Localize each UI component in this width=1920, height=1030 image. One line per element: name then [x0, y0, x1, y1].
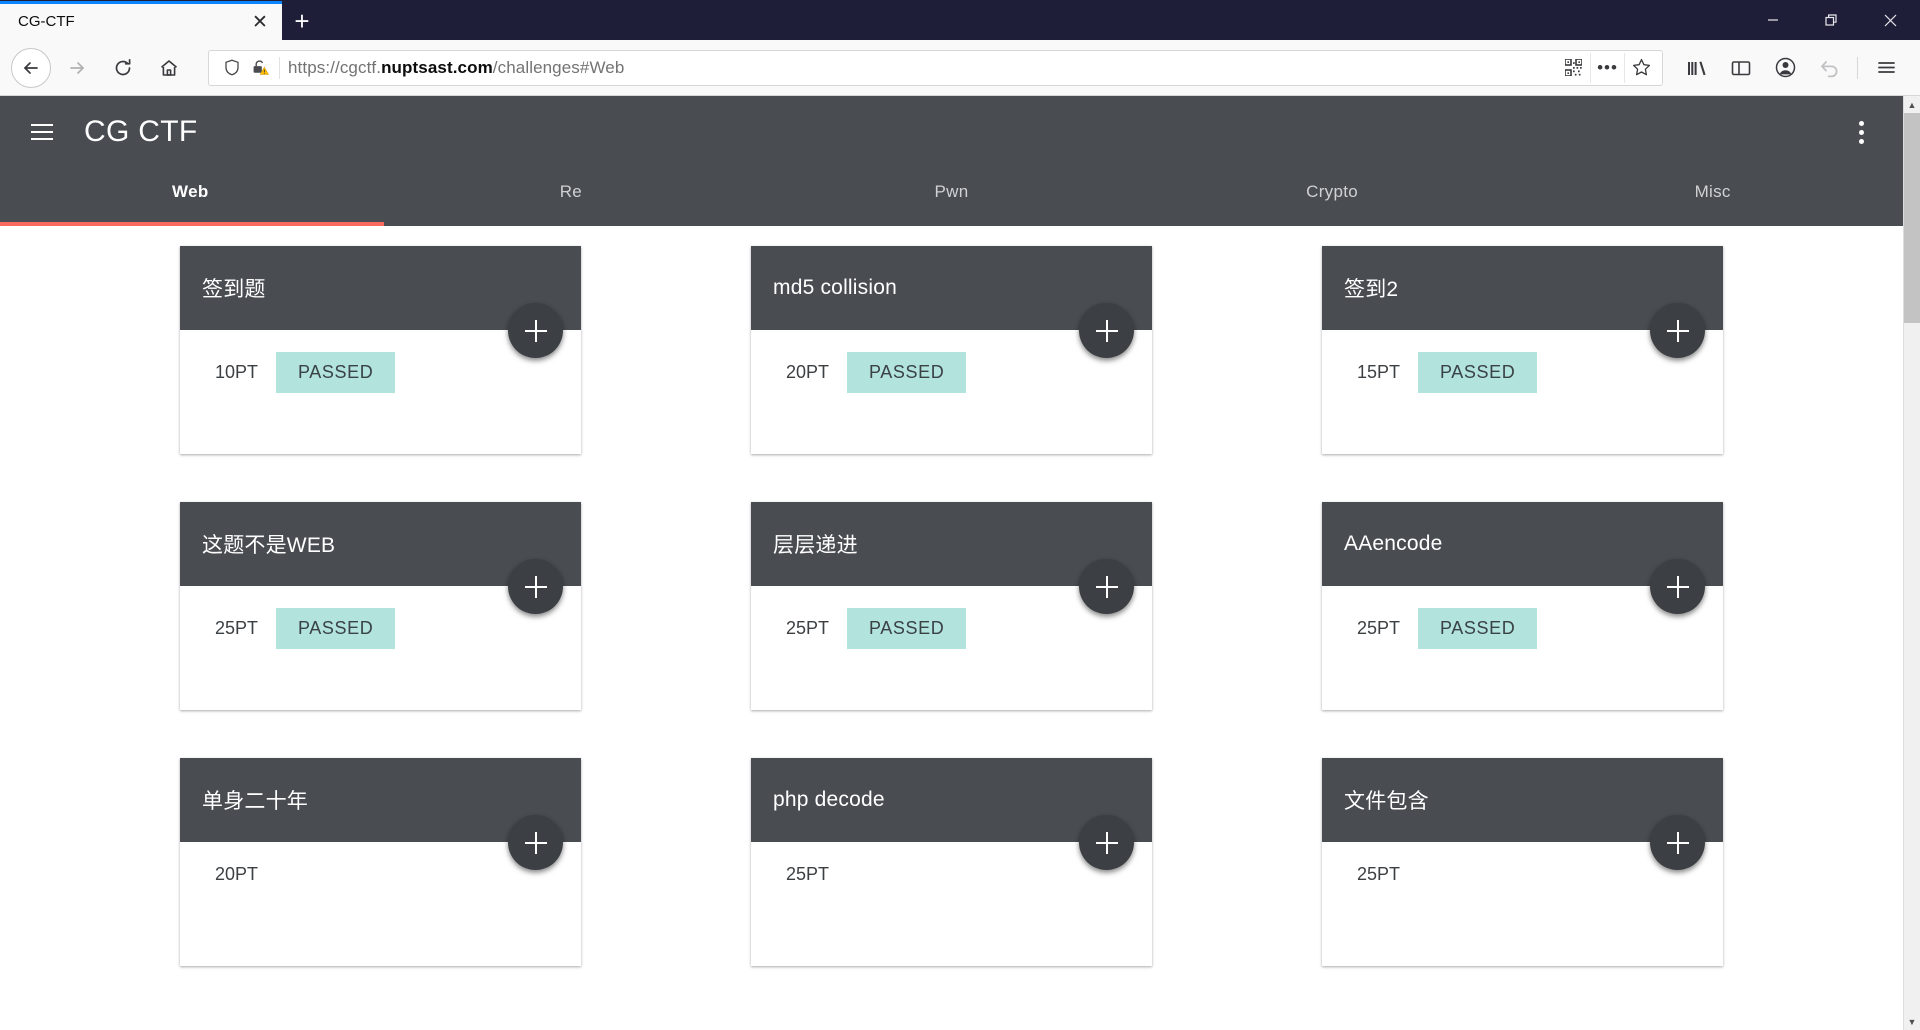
back-icon[interactable]: [11, 47, 51, 88]
challenge-title: 文件包含: [1344, 790, 1429, 813]
minimize-icon[interactable]: [1743, 0, 1802, 40]
page-actions-icon[interactable]: •••: [1590, 52, 1624, 83]
qr-code-icon[interactable]: [1556, 53, 1590, 83]
tab-web[interactable]: Web: [0, 168, 381, 226]
account-icon[interactable]: [1765, 48, 1805, 88]
site-identity: [219, 56, 280, 79]
browser-toolbar-right: [1675, 48, 1912, 88]
challenge-card[interactable]: 这题不是WEB 25PT PASSED: [180, 502, 581, 710]
add-challenge-button[interactable]: [508, 559, 563, 614]
challenge-card[interactable]: 签到题 10PT PASSED: [180, 246, 581, 454]
challenge-title: 签到题: [202, 278, 266, 301]
web-page: CG CTF Web Re Pwn Crypto Misc 签到题 10PT P…: [0, 96, 1903, 1030]
reload-icon[interactable]: [103, 48, 143, 88]
restore-icon[interactable]: [1802, 0, 1861, 40]
add-challenge-button[interactable]: [1650, 559, 1705, 614]
home-icon[interactable]: [149, 48, 189, 88]
window-close-icon[interactable]: [1861, 0, 1920, 40]
library-icon[interactable]: [1677, 48, 1717, 88]
challenge-points: 25PT: [786, 864, 830, 884]
lock-warning-icon[interactable]: [247, 59, 273, 76]
tab-re[interactable]: Re: [381, 168, 762, 226]
challenge-card[interactable]: 文件包含 25PT: [1322, 758, 1723, 966]
challenge-card[interactable]: 单身二十年 20PT: [180, 758, 581, 966]
status-badge: PASSED: [847, 608, 967, 649]
status-badge: PASSED: [847, 352, 967, 393]
active-tab-indicator: [0, 222, 384, 226]
app-header: CG CTF: [0, 96, 1903, 168]
challenge-grid: 签到题 10PT PASSED md5 collision 20PT PASSE…: [180, 246, 1723, 996]
window-controls: [1743, 0, 1920, 40]
scroll-up-icon[interactable]: ▲: [1903, 96, 1920, 113]
sidebar-icon[interactable]: [1721, 48, 1761, 88]
scrollbar-track[interactable]: [1903, 113, 1920, 1013]
overflow-menu-icon[interactable]: [1841, 112, 1881, 152]
status-badge: PASSED: [1418, 608, 1538, 649]
challenge-points: 20PT: [786, 362, 830, 382]
add-challenge-button[interactable]: [1079, 559, 1134, 614]
challenge-card[interactable]: md5 collision 20PT PASSED: [751, 246, 1152, 454]
challenge-title: 单身二十年: [202, 790, 308, 813]
challenge-points: 20PT: [215, 864, 259, 884]
challenge-card[interactable]: 层层递进 25PT PASSED: [751, 502, 1152, 710]
page-viewport: CG CTF Web Re Pwn Crypto Misc 签到题 10PT P…: [0, 96, 1920, 1030]
challenge-points: 10PT: [215, 362, 259, 382]
new-tab-icon[interactable]: +: [282, 1, 322, 40]
forward-icon: [57, 48, 97, 88]
url-text[interactable]: https://cgctf.nuptsast.com/challenges#We…: [288, 58, 1556, 78]
status-badge: PASSED: [1418, 352, 1538, 393]
browser-tab-cg-ctf[interactable]: CG-CTF ✕: [0, 1, 282, 40]
status-badge: PASSED: [276, 608, 396, 649]
challenge-title: AAencode: [1344, 532, 1443, 555]
add-challenge-button[interactable]: [508, 303, 563, 358]
toolbar-divider: [1857, 56, 1858, 79]
challenge-card[interactable]: AAencode 25PT PASSED: [1322, 502, 1723, 710]
challenge-title: 这题不是WEB: [202, 534, 336, 557]
url-domain: nuptsast.com: [381, 57, 493, 77]
browser-toolbar: https://cgctf.nuptsast.com/challenges#We…: [0, 40, 1920, 96]
category-tab-bar: Web Re Pwn Crypto Misc: [0, 168, 1903, 226]
app-menu-icon[interactable]: [1866, 48, 1906, 88]
challenge-card[interactable]: php decode 25PT: [751, 758, 1152, 966]
challenge-title: 层层递进: [773, 534, 858, 557]
page-title: CG CTF: [84, 115, 198, 148]
address-bar-actions: •••: [1556, 52, 1658, 83]
browser-tab-title: CG-CTF: [18, 13, 75, 30]
add-challenge-button[interactable]: [1650, 815, 1705, 870]
challenge-list: 签到题 10PT PASSED md5 collision 20PT PASSE…: [0, 226, 1903, 996]
bookmark-star-icon[interactable]: [1624, 52, 1658, 83]
tab-pwn[interactable]: Pwn: [761, 168, 1142, 226]
challenge-title: 签到2: [1344, 278, 1399, 301]
challenge-points: 25PT: [215, 618, 259, 638]
url-path: /challenges#Web: [492, 57, 625, 77]
scroll-down-icon[interactable]: ▼: [1903, 1013, 1920, 1030]
tab-misc[interactable]: Misc: [1522, 168, 1903, 226]
challenge-title: php decode: [773, 788, 885, 811]
add-challenge-button[interactable]: [1650, 303, 1705, 358]
browser-window: CG-CTF ✕ + https://cgctf.nuptsast.com/ch…: [0, 0, 1920, 1030]
browser-tab-strip: CG-CTF ✕ +: [0, 0, 1920, 40]
page-scrollbar[interactable]: ▲ ▼: [1903, 96, 1920, 1030]
shield-icon[interactable]: [219, 59, 245, 76]
tab-crypto[interactable]: Crypto: [1142, 168, 1523, 226]
url-prefix: https://cgctf.: [288, 57, 382, 77]
challenge-points: 25PT: [1357, 864, 1401, 884]
close-icon[interactable]: ✕: [244, 6, 276, 38]
scrollbar-thumb[interactable]: [1903, 113, 1920, 323]
challenge-points: 25PT: [786, 618, 830, 638]
challenge-title: md5 collision: [773, 276, 897, 299]
add-challenge-button[interactable]: [1079, 303, 1134, 358]
challenge-card[interactable]: 签到2 15PT PASSED: [1322, 246, 1723, 454]
status-badge: PASSED: [276, 352, 396, 393]
add-challenge-button[interactable]: [508, 815, 563, 870]
sync-undo-icon: [1809, 48, 1849, 88]
challenge-points: 15PT: [1357, 362, 1401, 382]
hamburger-menu-icon[interactable]: [22, 112, 62, 152]
address-bar[interactable]: https://cgctf.nuptsast.com/challenges#We…: [208, 49, 1663, 86]
challenge-points: 25PT: [1357, 618, 1401, 638]
add-challenge-button[interactable]: [1079, 815, 1134, 870]
